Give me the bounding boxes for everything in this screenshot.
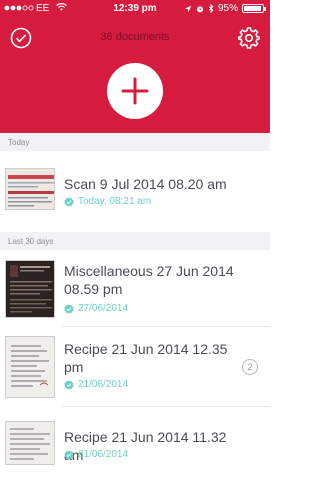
plus-icon bbox=[121, 77, 149, 105]
select-documents-button[interactable] bbox=[10, 27, 32, 49]
document-row[interactable]: Recipe 21 Jun 2014 12.35 pm 2 21/06/2014 bbox=[0, 327, 270, 407]
document-count: 36 documents bbox=[100, 31, 170, 43]
synced-check-icon bbox=[64, 449, 74, 460]
check-circle-icon bbox=[10, 27, 32, 49]
battery-icon bbox=[242, 4, 266, 13]
document-row[interactable]: Scan 9 Jul 2014 08.20 am Today, 08:21 am bbox=[0, 151, 270, 231]
app-header: EE 12:39 pm 95% 36 documents bbox=[0, 0, 270, 136]
document-row[interactable]: Miscellaneous 27 Jun 2014 08.59 pm 27/06… bbox=[0, 250, 270, 327]
document-date: 27/06/2014 bbox=[78, 303, 129, 314]
synced-check-icon bbox=[64, 379, 74, 390]
document-title: Recipe 21 Jun 2014 12.35 pm bbox=[64, 341, 228, 375]
section-header-today: Today bbox=[0, 133, 270, 151]
document-date: 21/06/2014 bbox=[78, 379, 129, 390]
document-meta: 21/06/2014 bbox=[64, 379, 128, 390]
add-document-button[interactable] bbox=[107, 63, 163, 119]
section-header-last-30-days: Last 30 days bbox=[0, 232, 270, 250]
document-meta: 21/06/2014 bbox=[64, 449, 128, 460]
location-arrow-icon bbox=[184, 5, 192, 12]
page-count-badge: 2 bbox=[242, 359, 258, 375]
bluetooth-icon bbox=[208, 4, 214, 13]
document-row[interactable]: Recipe 21 Jun 2014 11.32 am 21/06/2014 bbox=[0, 407, 270, 480]
gear-icon bbox=[237, 27, 261, 49]
battery-percent: 95% bbox=[217, 3, 238, 14]
document-meta: 27/06/2014 bbox=[64, 303, 128, 314]
synced-check-icon bbox=[64, 303, 74, 314]
status-bar: EE 12:39 pm 95% bbox=[0, 0, 270, 18]
document-thumbnail bbox=[5, 421, 55, 465]
document-date: Today, 08:21 am bbox=[78, 196, 152, 207]
document-thumbnail bbox=[5, 168, 55, 210]
document-date: 21/06/2014 bbox=[78, 449, 129, 460]
settings-button[interactable] bbox=[237, 27, 261, 49]
alarm-clock-icon bbox=[196, 5, 204, 12]
document-thumbnail bbox=[5, 336, 55, 398]
synced-check-icon bbox=[64, 196, 74, 207]
document-thumbnail bbox=[5, 260, 55, 318]
document-meta: Today, 08:21 am bbox=[64, 196, 151, 207]
document-title: Miscellaneous 27 Jun 2014 08.59 pm bbox=[64, 263, 234, 297]
document-title: Scan 9 Jul 2014 08.20 am bbox=[64, 176, 227, 192]
